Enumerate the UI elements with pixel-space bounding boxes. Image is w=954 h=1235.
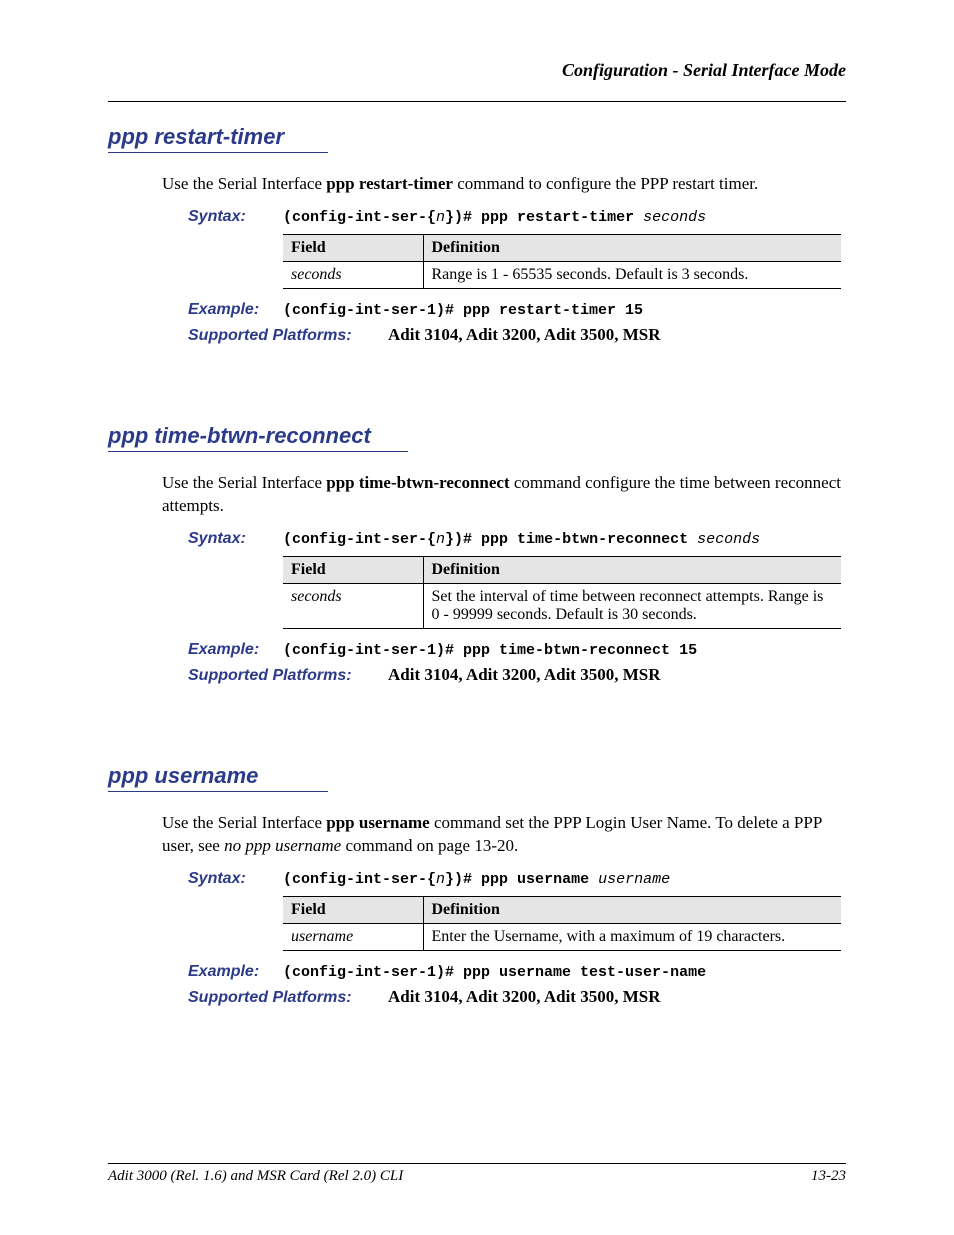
example-text: (config-int-ser-1)# ppp time-btwn-reconn… (283, 642, 697, 659)
page-footer: Adit 3000 (Rel. 1.6) and MSR Card (Rel 2… (108, 1163, 846, 1185)
section-desc: Use the Serial Interface ppp restart-tim… (162, 173, 846, 196)
example-row: Example: (config-int-ser-1)# ppp usernam… (188, 963, 846, 981)
platforms-text: Adit 3104, Adit 3200, Adit 3500, MSR (388, 325, 661, 345)
section-ppp-username: ppp username Use the Serial Interface pp… (108, 763, 846, 1007)
syntax-label: Syntax: (188, 870, 283, 888)
platforms-text: Adit 3104, Adit 3200, Adit 3500, MSR (388, 987, 661, 1007)
footer-rule (108, 1163, 846, 1164)
field-table: Field Definition seconds Range is 1 - 65… (283, 234, 846, 289)
table-header: Field Definition (283, 234, 841, 261)
table-row: seconds Set the interval of time between… (283, 583, 841, 628)
table-header: Field Definition (283, 896, 841, 923)
example-row: Example: (config-int-ser-1)# ppp restart… (188, 301, 846, 319)
platforms-text: Adit 3104, Adit 3200, Adit 3500, MSR (388, 665, 661, 685)
platforms-label: Supported Platforms: (188, 667, 388, 685)
example-text: (config-int-ser-1)# ppp restart-timer 15 (283, 302, 643, 319)
section-desc: Use the Serial Interface ppp time-btwn-r… (162, 472, 846, 518)
example-label: Example: (188, 641, 283, 659)
title-rule (108, 791, 328, 792)
section-ppp-time-btwn-reconnect: ppp time-btwn-reconnect Use the Serial I… (108, 423, 846, 685)
platforms-row: Supported Platforms: Adit 3104, Adit 320… (188, 665, 846, 685)
page-header: Configuration - Serial Interface Mode (108, 60, 846, 81)
syntax-row: Syntax: (config-int-ser-{n})# ppp time-b… (188, 530, 846, 548)
section-title: ppp time-btwn-reconnect (108, 423, 846, 449)
example-text: (config-int-ser-1)# ppp username test-us… (283, 964, 706, 981)
syntax-row: Syntax: (config-int-ser-{n})# ppp userna… (188, 870, 846, 888)
field-table: Field Definition username Enter the User… (283, 896, 846, 951)
footer-left: Adit 3000 (Rel. 1.6) and MSR Card (Rel 2… (108, 1168, 403, 1185)
section-title: ppp username (108, 763, 846, 789)
example-label: Example: (188, 963, 283, 981)
platforms-row: Supported Platforms: Adit 3104, Adit 320… (188, 987, 846, 1007)
syntax-text: (config-int-ser-{n})# ppp restart-timer … (283, 209, 706, 226)
platforms-label: Supported Platforms: (188, 989, 388, 1007)
example-label: Example: (188, 301, 283, 319)
title-rule (108, 152, 328, 153)
table-row: username Enter the Username, with a maxi… (283, 923, 841, 950)
syntax-text: (config-int-ser-{n})# ppp time-btwn-reco… (283, 531, 760, 548)
platforms-row: Supported Platforms: Adit 3104, Adit 320… (188, 325, 846, 345)
platforms-label: Supported Platforms: (188, 327, 388, 345)
example-row: Example: (config-int-ser-1)# ppp time-bt… (188, 641, 846, 659)
syntax-text: (config-int-ser-{n})# ppp username usern… (283, 871, 670, 888)
section-desc: Use the Serial Interface ppp username co… (162, 812, 846, 858)
syntax-row: Syntax: (config-int-ser-{n})# ppp restar… (188, 208, 846, 226)
syntax-label: Syntax: (188, 530, 283, 548)
section-title: ppp restart-timer (108, 124, 846, 150)
syntax-label: Syntax: (188, 208, 283, 226)
footer-right: 13-23 (811, 1168, 846, 1185)
table-header: Field Definition (283, 556, 841, 583)
title-rule (108, 451, 408, 452)
header-rule (108, 101, 846, 102)
field-table: Field Definition seconds Set the interva… (283, 556, 846, 629)
table-row: seconds Range is 1 - 65535 seconds. Defa… (283, 261, 841, 288)
section-ppp-restart-timer: ppp restart-timer Use the Serial Interfa… (108, 124, 846, 345)
